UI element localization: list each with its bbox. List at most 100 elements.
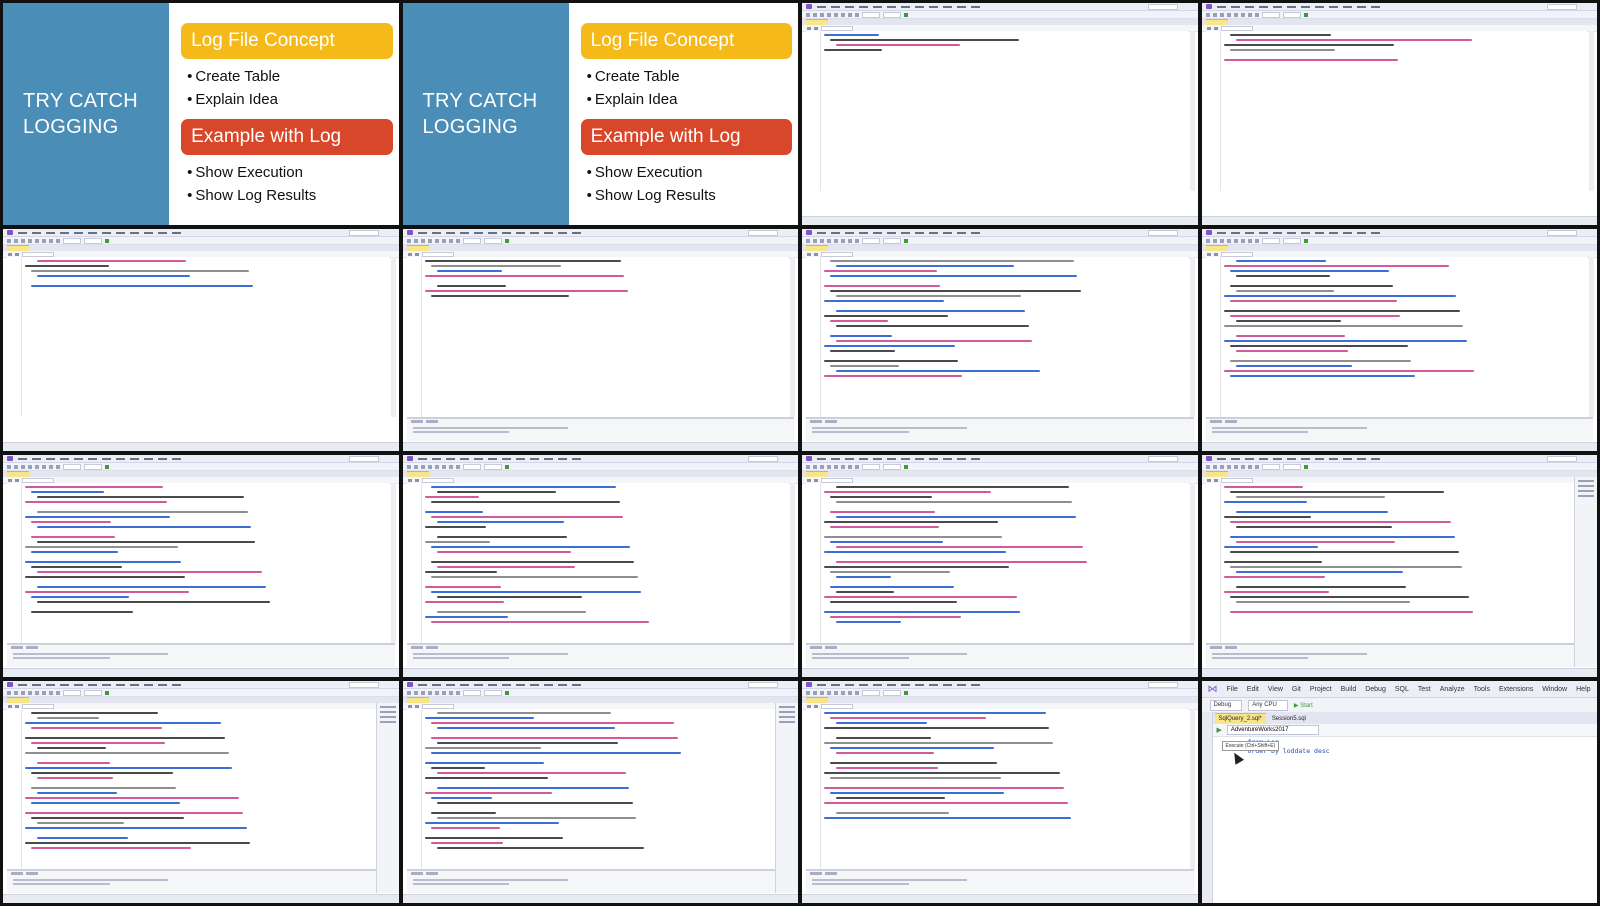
toolbar-icon[interactable] xyxy=(1240,238,1245,243)
menu-item[interactable] xyxy=(873,5,882,8)
menu-item-edit[interactable]: Edit xyxy=(1247,686,1259,693)
toolbar-icon[interactable] xyxy=(21,238,25,243)
start-icon[interactable] xyxy=(105,238,109,243)
execute-icon[interactable] xyxy=(807,252,811,256)
menu-item[interactable] xyxy=(859,5,868,8)
menu-item[interactable] xyxy=(943,683,952,686)
menu-item[interactable] xyxy=(1286,457,1296,460)
toolbar-icon[interactable] xyxy=(21,690,25,695)
toolbar-icon[interactable] xyxy=(834,464,838,469)
start-icon[interactable] xyxy=(504,464,509,469)
results-tab[interactable] xyxy=(810,646,822,649)
menu-item[interactable] xyxy=(102,231,111,234)
messages-tab[interactable] xyxy=(1224,420,1237,423)
toolbar-icon[interactable] xyxy=(414,252,419,256)
menu-item[interactable] xyxy=(859,231,868,234)
menu-item[interactable] xyxy=(1300,457,1310,460)
toolbar-icon[interactable] xyxy=(413,690,418,695)
menu-item[interactable] xyxy=(487,683,497,686)
sql-editor[interactable]: from Log order by loddate desc xyxy=(1226,738,1590,899)
messages-tab[interactable] xyxy=(425,872,438,875)
menu-item[interactable] xyxy=(473,231,483,234)
search-input[interactable] xyxy=(348,681,379,688)
configuration-select[interactable] xyxy=(1261,463,1280,470)
menu-item[interactable] xyxy=(887,683,896,686)
toolbar-icon[interactable] xyxy=(28,690,32,695)
menu-item[interactable] xyxy=(1342,5,1352,8)
toolbar-icon[interactable] xyxy=(420,464,425,469)
toolbar-icon[interactable] xyxy=(827,690,831,695)
menu-item[interactable] xyxy=(915,231,924,234)
menu-item[interactable] xyxy=(431,683,441,686)
menu-item[interactable] xyxy=(501,231,511,234)
database-select[interactable] xyxy=(22,477,54,483)
results-tab[interactable] xyxy=(11,646,23,649)
toolbar-icon[interactable] xyxy=(806,238,810,243)
platform-select[interactable] xyxy=(1282,463,1301,470)
menu-item[interactable] xyxy=(943,457,952,460)
vertical-scrollbar[interactable] xyxy=(790,257,795,417)
sql-editor[interactable] xyxy=(806,483,1188,643)
menu-item[interactable] xyxy=(487,231,497,234)
menu-item[interactable] xyxy=(571,683,581,686)
menu-item[interactable] xyxy=(46,231,55,234)
configuration-select[interactable] xyxy=(63,237,81,244)
menu-item[interactable] xyxy=(957,683,966,686)
messages-tab[interactable] xyxy=(825,646,837,649)
toolbar-icon[interactable] xyxy=(1226,238,1231,243)
menu-item-tools[interactable]: Tools xyxy=(1474,686,1490,693)
search-input[interactable] xyxy=(1547,229,1577,236)
vertical-scrollbar[interactable] xyxy=(1589,31,1594,191)
execute-icon[interactable] xyxy=(1206,252,1211,256)
platform-select[interactable] xyxy=(1282,237,1301,244)
tab-session5[interactable]: Session5.sql xyxy=(1268,714,1310,724)
menu-item[interactable] xyxy=(1356,5,1366,8)
configuration-select[interactable] xyxy=(862,689,880,696)
menu-item[interactable] xyxy=(88,231,97,234)
menu-item[interactable] xyxy=(543,231,553,234)
database-select[interactable] xyxy=(22,703,54,709)
messages-tab[interactable] xyxy=(26,646,38,649)
start-icon[interactable] xyxy=(504,238,509,243)
results-tab[interactable] xyxy=(410,420,423,423)
menu-item[interactable] xyxy=(172,683,181,686)
toolbar-icon[interactable] xyxy=(35,238,39,243)
vertical-scrollbar[interactable] xyxy=(1189,709,1195,869)
menu-item[interactable] xyxy=(831,5,840,8)
menu-item[interactable] xyxy=(501,683,511,686)
toolbar-icon[interactable] xyxy=(7,238,11,243)
toolbar-icon[interactable] xyxy=(15,252,19,256)
toolbar-icon[interactable] xyxy=(414,704,419,708)
messages-tab[interactable] xyxy=(26,872,38,875)
toolbar-icon[interactable] xyxy=(56,690,60,695)
execute-icon[interactable] xyxy=(807,26,811,30)
toolbar-icon[interactable] xyxy=(855,464,859,469)
sql-editor[interactable] xyxy=(806,709,1188,869)
menu-item[interactable] xyxy=(529,231,539,234)
menu-item[interactable] xyxy=(1286,231,1296,234)
menu-item[interactable] xyxy=(971,231,980,234)
menu-item[interactable] xyxy=(74,683,83,686)
database-select[interactable] xyxy=(821,477,853,483)
database-select[interactable] xyxy=(821,25,853,31)
database-select[interactable] xyxy=(421,477,454,483)
toolbar-icon[interactable] xyxy=(1219,238,1224,243)
menu-item[interactable] xyxy=(1272,5,1282,8)
menu-item[interactable] xyxy=(957,5,966,8)
menu-item[interactable] xyxy=(1356,231,1366,234)
menu-item[interactable] xyxy=(473,457,483,460)
toolbar-icon[interactable] xyxy=(1205,464,1210,469)
database-select[interactable]: AdventureWorks2017 xyxy=(1226,725,1320,735)
vertical-scrollbar[interactable] xyxy=(1189,31,1195,191)
database-select[interactable] xyxy=(421,251,454,257)
results-tab[interactable] xyxy=(810,420,822,423)
menu-item[interactable] xyxy=(158,683,167,686)
vertical-scrollbar[interactable] xyxy=(390,483,396,643)
menu-item[interactable] xyxy=(515,683,525,686)
menu-item[interactable] xyxy=(1216,5,1226,8)
platform-select[interactable] xyxy=(883,463,901,470)
menu-item[interactable] xyxy=(74,231,83,234)
execute-icon[interactable] xyxy=(8,478,12,482)
execute-icon[interactable] xyxy=(807,478,811,482)
toolbar-icon[interactable] xyxy=(21,464,25,469)
